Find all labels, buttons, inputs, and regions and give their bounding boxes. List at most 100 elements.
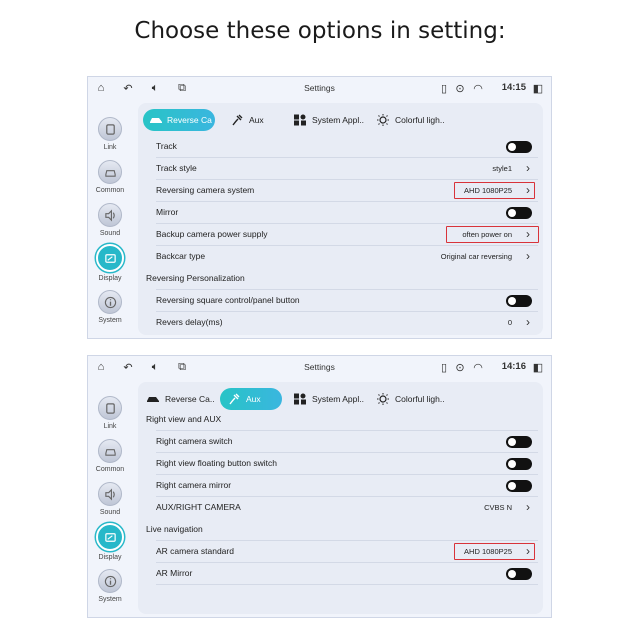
row-right-view-floating-button[interactable]: Right view floating button switch bbox=[146, 453, 538, 475]
sidebar-label: Link bbox=[103, 144, 117, 151]
sidebar-label: Common bbox=[95, 187, 125, 194]
sidebar-item-system[interactable]: System bbox=[90, 569, 130, 609]
location-icon: ⊙ bbox=[455, 82, 465, 95]
tab-bar: Reverse Ca Aux System Appl.. Colorful li… bbox=[143, 109, 543, 131]
square-control-toggle[interactable] bbox=[506, 295, 532, 307]
sidebar-item-link[interactable]: Link bbox=[90, 117, 130, 157]
wifi-icon: ◠ bbox=[473, 361, 483, 374]
row-track-style[interactable]: Track style style1 › bbox=[146, 158, 538, 180]
row-value: 0 bbox=[507, 318, 512, 327]
split-screen-icon[interactable]: ◧ bbox=[531, 81, 545, 95]
row-reversing-square-control[interactable]: Reversing square control/panel button bbox=[146, 290, 538, 312]
sidebar-label: Display bbox=[98, 275, 122, 282]
info-icon bbox=[98, 569, 122, 593]
speaker-icon bbox=[98, 203, 122, 227]
sidebar-item-common[interactable]: Common bbox=[90, 439, 130, 479]
row-track[interactable]: Track bbox=[146, 136, 538, 158]
row-label: Backup camera power supply bbox=[156, 229, 268, 239]
tab-system-apps[interactable]: System Appl.. bbox=[292, 388, 364, 410]
row-label: Right camera switch bbox=[156, 436, 233, 446]
section-heading: Reversing Personalization bbox=[146, 273, 245, 283]
row-label: AUX/RIGHT CAMERA bbox=[156, 502, 241, 512]
chevron-right-icon: › bbox=[526, 249, 530, 263]
right-camera-toggle[interactable] bbox=[506, 436, 532, 448]
tab-reverse-camera[interactable]: Reverse Ca.. bbox=[145, 388, 215, 410]
row-label: Mirror bbox=[156, 207, 179, 217]
sidebar-item-link[interactable]: Link bbox=[90, 396, 130, 436]
row-ar-mirror[interactable]: AR Mirror bbox=[146, 563, 538, 585]
tab-label: System Appl.. bbox=[312, 394, 364, 404]
row-backcar-type[interactable]: Backcar type Original car reversing › bbox=[146, 246, 538, 268]
tab-colorful-lights[interactable]: Colorful ligh.. bbox=[375, 109, 445, 131]
sidebar-label: Display bbox=[98, 554, 122, 561]
section-right-view-aux: Right view and AUX bbox=[146, 409, 538, 431]
settings-panel: Reverse Ca Aux System Appl.. Colorful li… bbox=[138, 103, 543, 335]
row-revers-delay[interactable]: Revers delay(ms) 0 › bbox=[146, 312, 538, 334]
chevron-right-icon: › bbox=[526, 500, 530, 514]
mirror-toggle[interactable] bbox=[506, 207, 532, 219]
row-label: Revers delay(ms) bbox=[156, 317, 223, 327]
sidebar-label: System bbox=[98, 596, 122, 603]
tab-bar: Reverse Ca.. Aux System Appl.. Colorful … bbox=[143, 388, 543, 410]
row-reversing-camera-system[interactable]: Reversing camera system AHD 1080P25 › bbox=[146, 180, 538, 202]
location-icon: ⊙ bbox=[455, 361, 465, 374]
ar-mirror-toggle[interactable] bbox=[506, 568, 532, 580]
sidebar-item-system[interactable]: System bbox=[90, 290, 130, 330]
settings-screen-aux: ⌂ ↶ 🔈︎ ⧉ Settings ▯ ⊙ ◠ 14:16 ◧ Link Com… bbox=[87, 355, 552, 618]
row-ar-camera-standard[interactable]: AR camera standard AHD 1080P25 › bbox=[146, 541, 538, 563]
link-icon bbox=[98, 117, 122, 141]
tab-aux[interactable]: Aux bbox=[229, 109, 264, 131]
row-value: CVBS N bbox=[484, 503, 512, 512]
status-bar: ⌂ ↶ 🔈︎ ⧉ Settings ▯ ⊙ ◠ 14:16 ◧ bbox=[88, 356, 551, 378]
floating-button-toggle[interactable] bbox=[506, 458, 532, 470]
tab-label: Aux bbox=[246, 394, 261, 404]
row-mirror[interactable]: Mirror bbox=[146, 202, 538, 224]
sidebar-item-display[interactable]: Display bbox=[90, 523, 130, 563]
sidebar-label: Link bbox=[103, 423, 117, 430]
tab-label: System Appl.. bbox=[312, 115, 364, 125]
section-heading: Right view and AUX bbox=[146, 414, 222, 424]
row-aux-right-camera[interactable]: AUX/RIGHT CAMERA CVBS N › bbox=[146, 497, 538, 519]
row-label: Right camera mirror bbox=[156, 480, 232, 490]
row-right-camera-switch[interactable]: Right camera switch bbox=[146, 431, 538, 453]
divider bbox=[156, 584, 538, 585]
tab-system-apps[interactable]: System Appl.. bbox=[292, 109, 364, 131]
tab-reverse-camera[interactable]: Reverse Ca bbox=[143, 109, 215, 131]
settings-panel: Reverse Ca.. Aux System Appl.. Colorful … bbox=[138, 382, 543, 614]
tab-colorful-lights[interactable]: Colorful ligh.. bbox=[375, 388, 445, 410]
info-icon bbox=[98, 290, 122, 314]
plug-icon bbox=[226, 392, 242, 406]
row-label: Track style bbox=[156, 163, 197, 173]
battery-icon: ▯ bbox=[440, 82, 448, 95]
car-icon bbox=[145, 392, 161, 406]
display-icon bbox=[96, 523, 124, 551]
row-value: AHD 1080P25 bbox=[464, 547, 512, 556]
display-icon bbox=[96, 244, 124, 272]
sidebar-item-common[interactable]: Common bbox=[90, 160, 130, 200]
chevron-right-icon: › bbox=[526, 227, 530, 241]
car-icon bbox=[149, 113, 163, 127]
row-right-camera-mirror[interactable]: Right camera mirror bbox=[146, 475, 538, 497]
apps-icon bbox=[292, 392, 308, 406]
row-label: AR camera standard bbox=[156, 546, 234, 556]
light-icon bbox=[375, 113, 391, 127]
row-backup-camera-power-supply[interactable]: Backup camera power supply often power o… bbox=[146, 224, 539, 246]
row-value: style1 bbox=[492, 164, 512, 173]
right-mirror-toggle[interactable] bbox=[506, 480, 532, 492]
link-icon bbox=[98, 396, 122, 420]
tab-label: Colorful ligh.. bbox=[395, 115, 445, 125]
sidebar-item-display[interactable]: Display bbox=[90, 244, 130, 284]
row-label: Right view floating button switch bbox=[156, 458, 277, 468]
chevron-right-icon: › bbox=[526, 315, 530, 329]
split-screen-icon[interactable]: ◧ bbox=[531, 360, 545, 374]
sidebar-item-sound[interactable]: Sound bbox=[90, 482, 130, 522]
sidebar-item-sound[interactable]: Sound bbox=[90, 203, 130, 243]
row-value: Original car reversing bbox=[440, 252, 512, 261]
tab-aux[interactable]: Aux bbox=[220, 388, 282, 410]
row-label: Backcar type bbox=[156, 251, 206, 261]
row-label: Track bbox=[156, 141, 177, 151]
tab-label: Colorful ligh.. bbox=[395, 394, 445, 404]
track-toggle[interactable] bbox=[506, 141, 532, 153]
sidebar-label: Common bbox=[95, 466, 125, 473]
row-label: Reversing square control/panel button bbox=[156, 295, 300, 305]
